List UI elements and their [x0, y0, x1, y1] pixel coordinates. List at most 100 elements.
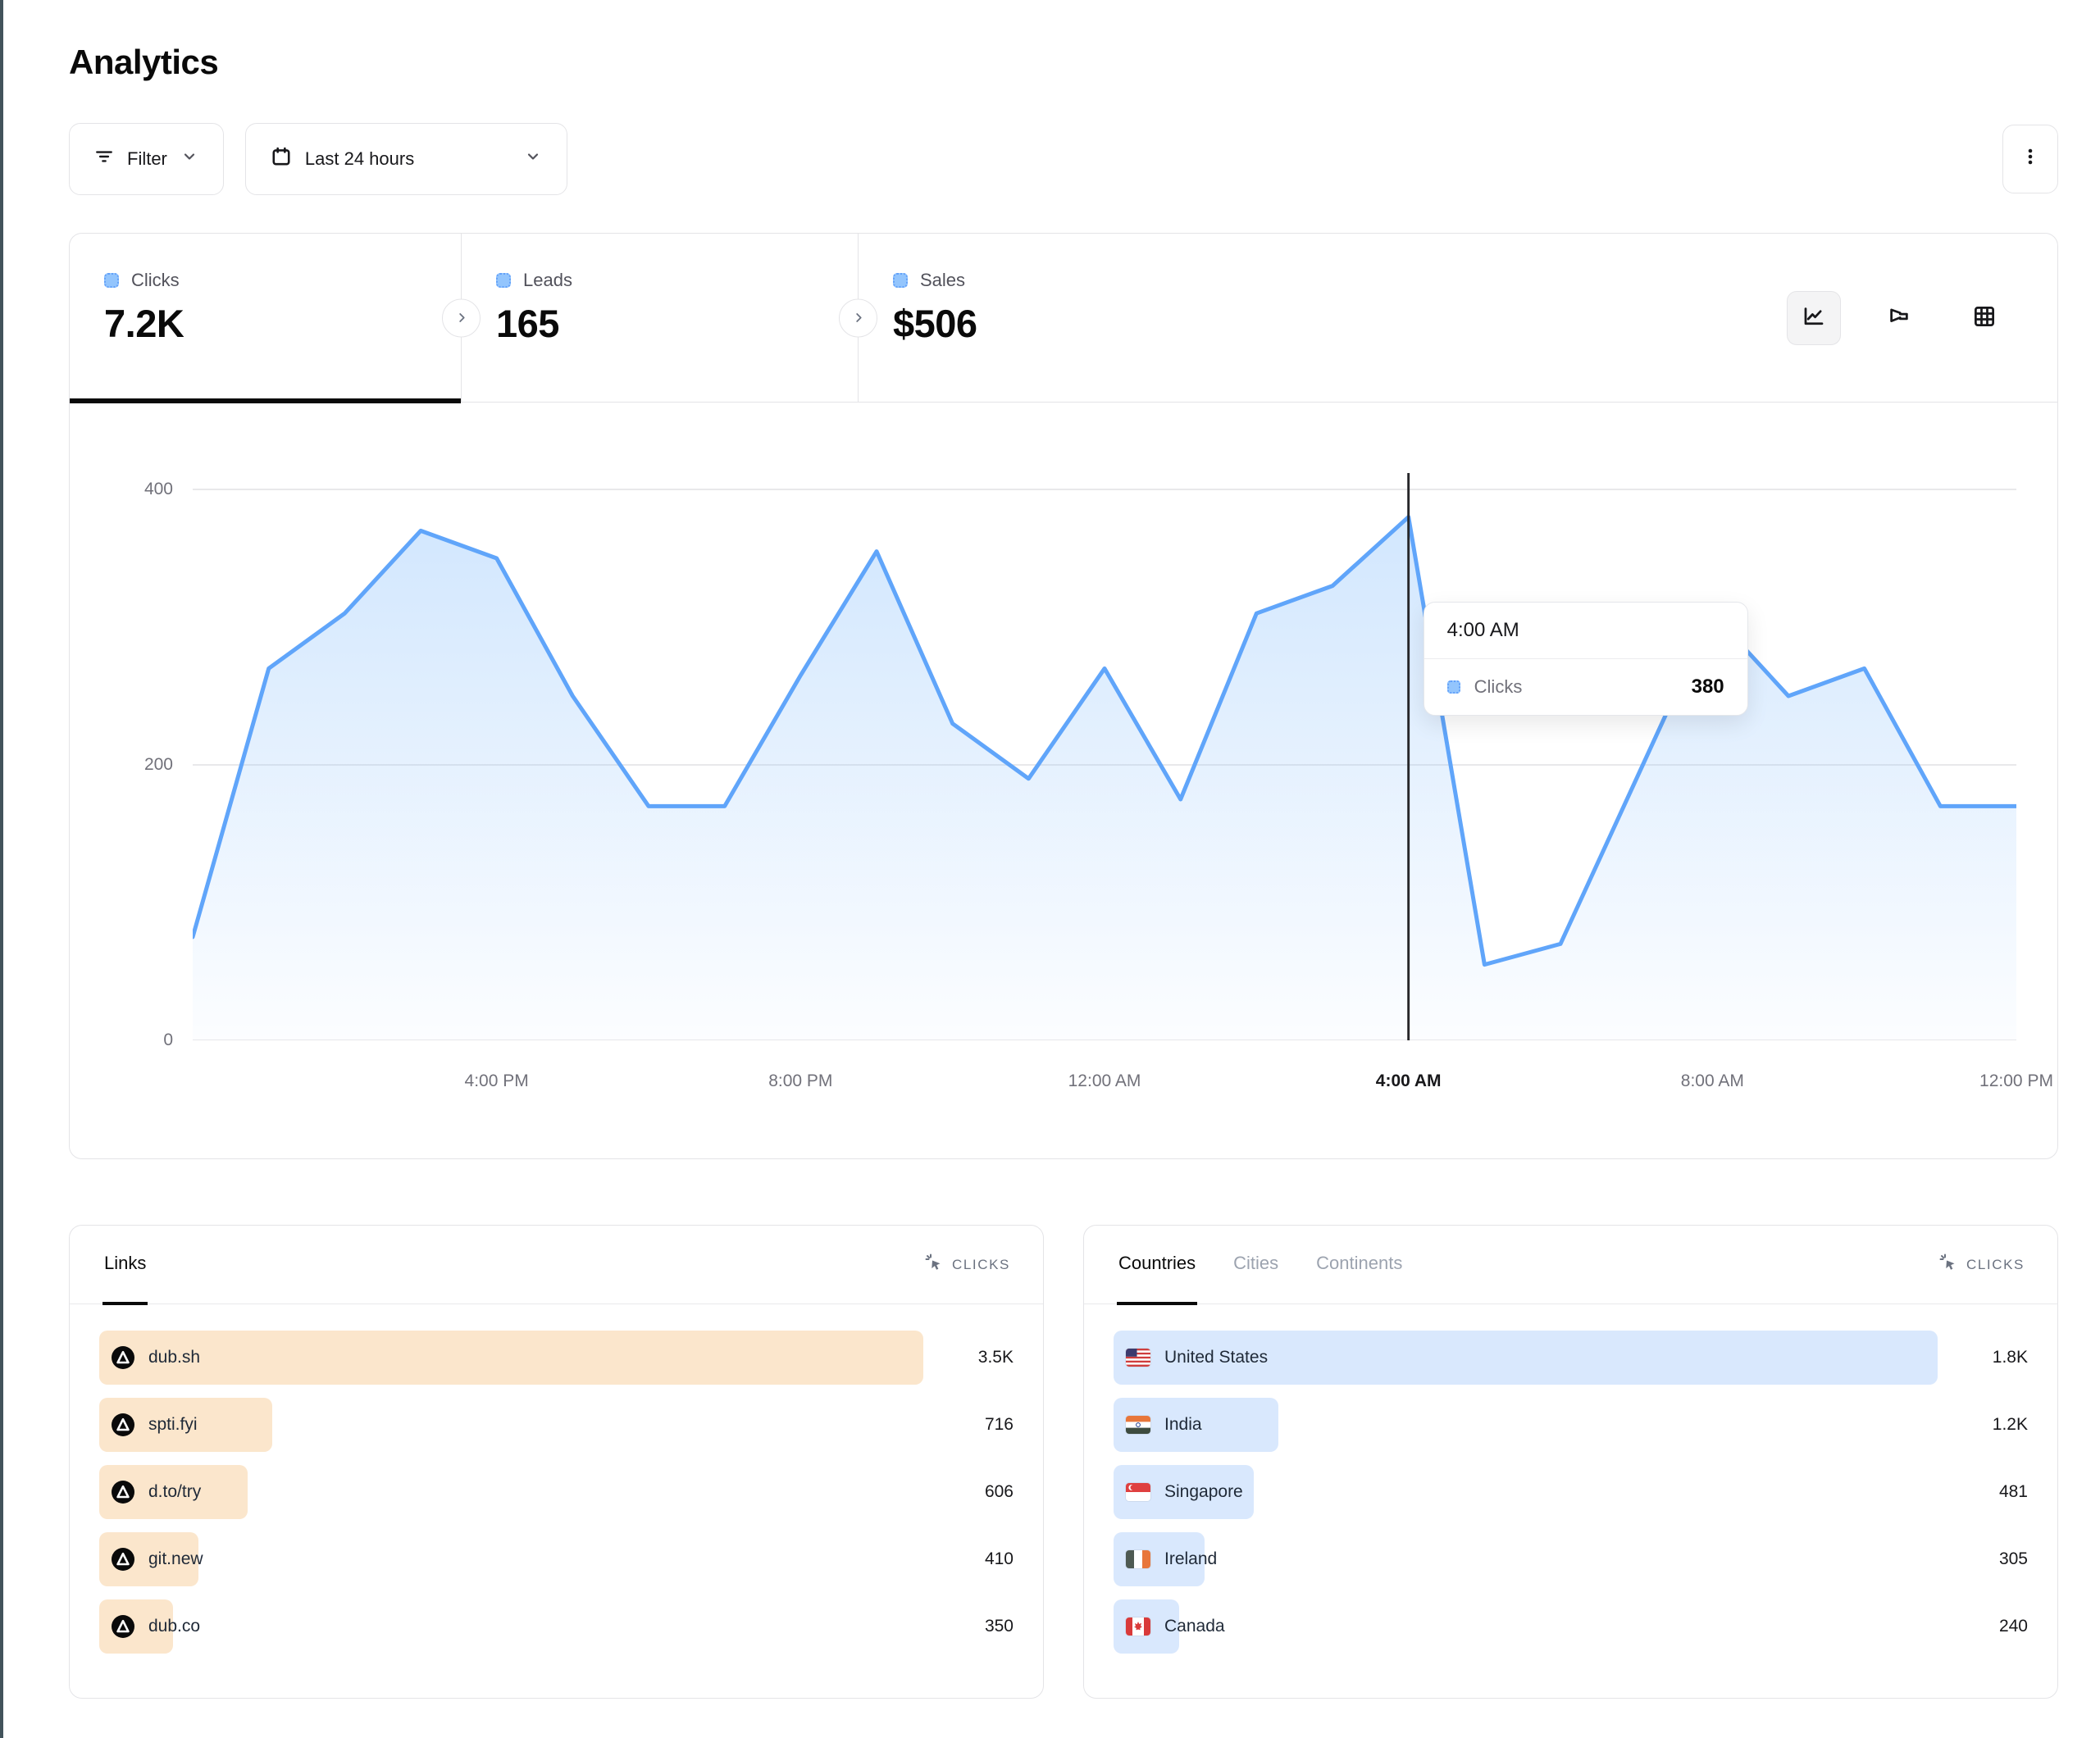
date-range-button[interactable]: Last 24 hours [245, 123, 567, 195]
kebab-icon [2020, 146, 2041, 172]
legend-chip [104, 273, 119, 288]
cursor-click-icon [924, 1253, 944, 1276]
calendar-icon [271, 146, 292, 172]
chart-section: 0 200 400 4:00 AM Clicks 380 4:00 PM 8:00 P… [70, 403, 2057, 1158]
country-row-ireland[interactable]: Ireland305 [1114, 1532, 2028, 1586]
countries-metric-toggle[interactable]: CLICKS [1938, 1253, 2025, 1276]
country-row-canada[interactable]: Canada 240 [1114, 1599, 2028, 1654]
chart-view-switcher [1787, 291, 2011, 345]
stat-tab-leads[interactable]: Leads 165 [462, 234, 859, 402]
stat-tab-sales[interactable]: Sales$506 [859, 234, 1255, 402]
breakdown-panels: Links CLICKS dub.sh 3.5K spti.fyi716 d.to/t… [69, 1225, 2058, 1699]
link-row-spti-fyi[interactable]: spti.fyi716 [99, 1398, 1014, 1452]
line-chart-view-button[interactable] [1787, 291, 1841, 345]
filter-icon [94, 147, 114, 171]
x-axis-tick: 8:00 PM [768, 1071, 832, 1091]
legend-chip [496, 273, 511, 288]
x-axis: 4:00 PM8:00 PM12:00 AM4:00 AM8:00 AM12:0… [193, 1071, 2016, 1104]
link-row-dub-co[interactable]: dub.co 350 [99, 1599, 1014, 1654]
flag-in-icon [1126, 1416, 1150, 1434]
country-row-united-states[interactable]: United States 1.8K [1114, 1331, 2028, 1385]
filter-button[interactable]: Filter [69, 123, 224, 195]
table-view-button[interactable] [1957, 291, 2011, 345]
row-value: 606 [985, 1482, 1014, 1502]
dub-logo-icon [112, 1413, 134, 1436]
row-label: Canada [1164, 1617, 1225, 1636]
date-range-label: Last 24 hours [305, 148, 414, 170]
y-axis-tick: 400 [144, 480, 173, 499]
analytics-chart-card: Clicks 7.2K Leads 165Sales$506 [69, 233, 2058, 1159]
country-row-india[interactable]: India 1.2K [1114, 1398, 2028, 1452]
countries-panel-tabs: Countries Cities Continents [1117, 1226, 1404, 1304]
analytics-page: Analytics Filter Last 24 hou [0, 0, 2100, 1699]
row-label: d.to/try [148, 1482, 201, 1502]
countries-tab-cities[interactable]: Cities [1232, 1226, 1280, 1305]
stat-value: 165 [496, 301, 858, 346]
dub-logo-icon [112, 1548, 134, 1571]
link-row-d-to-try[interactable]: d.to/try 606 [99, 1465, 1014, 1519]
funnel-icon [1887, 304, 1911, 331]
row-value: 716 [985, 1415, 1014, 1435]
countries-metric-label: CLICKS [1966, 1257, 2025, 1273]
row-value: 1.8K [1993, 1348, 2028, 1367]
toolbar: Filter Last 24 hours [69, 123, 2058, 195]
row-label: United States [1164, 1348, 1268, 1367]
filter-button-label: Filter [127, 148, 167, 170]
links-tab-links[interactable]: Links [102, 1226, 148, 1305]
dub-logo-icon [112, 1481, 134, 1504]
row-value: 481 [1999, 1482, 2028, 1502]
row-label: India [1164, 1415, 1202, 1435]
flag-ca-icon [1126, 1617, 1150, 1636]
row-label: dub.co [148, 1617, 200, 1636]
y-axis-tick: 0 [163, 1031, 173, 1050]
links-list: dub.sh 3.5K spti.fyi716 d.to/try 606 git.new 4… [70, 1304, 1043, 1680]
more-menu-button[interactable] [2002, 125, 2058, 193]
flag-sg-icon [1126, 1483, 1150, 1501]
stat-label: Leads [523, 270, 572, 291]
row-label: git.new [148, 1549, 203, 1569]
chart-tooltip: 4:00 AM Clicks 380 [1424, 602, 1748, 716]
stats-tabs: Clicks 7.2K Leads 165Sales$506 [70, 234, 2057, 403]
links-metric-toggle[interactable]: CLICKS [924, 1253, 1010, 1276]
chevron-down-icon [180, 148, 198, 171]
countries-panel: Countries Cities Continents CLICKS United … [1083, 1225, 2058, 1699]
row-value: 350 [985, 1617, 1014, 1636]
stat-tab-clicks[interactable]: Clicks 7.2K [70, 234, 462, 402]
row-value: 3.5K [978, 1348, 1014, 1367]
cursor-click-icon [1938, 1253, 1958, 1276]
table-grid-icon [1972, 304, 1997, 331]
flag-us-icon [1126, 1349, 1150, 1367]
row-label: dub.sh [148, 1348, 200, 1367]
row-label: Singapore [1164, 1482, 1243, 1502]
flag-ie-icon [1126, 1550, 1150, 1568]
link-row-git-new[interactable]: git.new 410 [99, 1532, 1014, 1586]
row-value: 240 [1999, 1617, 2028, 1636]
countries-list: United States 1.8K India 1.2K Singapore 481 Ir… [1084, 1304, 2057, 1680]
legend-chip [893, 273, 908, 288]
tooltip-series-label: Clicks [1474, 676, 1523, 698]
clicks-area-chart[interactable]: 4:00 AM Clicks 380 [193, 450, 2016, 1040]
row-value: 1.2K [1993, 1415, 2028, 1435]
line-chart-icon [1802, 304, 1826, 331]
next-tab-button[interactable] [839, 298, 877, 337]
countries-tab-continents[interactable]: Continents [1314, 1226, 1404, 1305]
y-axis-tick: 200 [144, 755, 173, 775]
stat-label: Clicks [131, 270, 180, 291]
tooltip-time: 4:00 AM [1424, 603, 1747, 659]
link-row-dub-sh[interactable]: dub.sh 3.5K [99, 1331, 1014, 1385]
stat-label: Sales [920, 270, 965, 291]
row-value: 410 [985, 1549, 1014, 1569]
y-axis: 0200400 [70, 450, 193, 1040]
page-title: Analytics [69, 43, 2058, 82]
clicks-legend-chip [1447, 680, 1460, 694]
x-axis-tick: 4:00 PM [465, 1071, 529, 1091]
country-row-singapore[interactable]: Singapore 481 [1114, 1465, 2028, 1519]
links-metric-label: CLICKS [952, 1257, 1010, 1273]
next-tab-button[interactable] [442, 298, 481, 337]
x-axis-tick: 8:00 AM [1681, 1071, 1744, 1091]
funnel-chart-view-button[interactable] [1872, 291, 1926, 345]
window-edge [0, 0, 3, 1738]
countries-tab-countries[interactable]: Countries [1117, 1226, 1197, 1305]
stat-value: 7.2K [104, 301, 461, 346]
x-axis-tick: 4:00 AM [1376, 1071, 1442, 1091]
